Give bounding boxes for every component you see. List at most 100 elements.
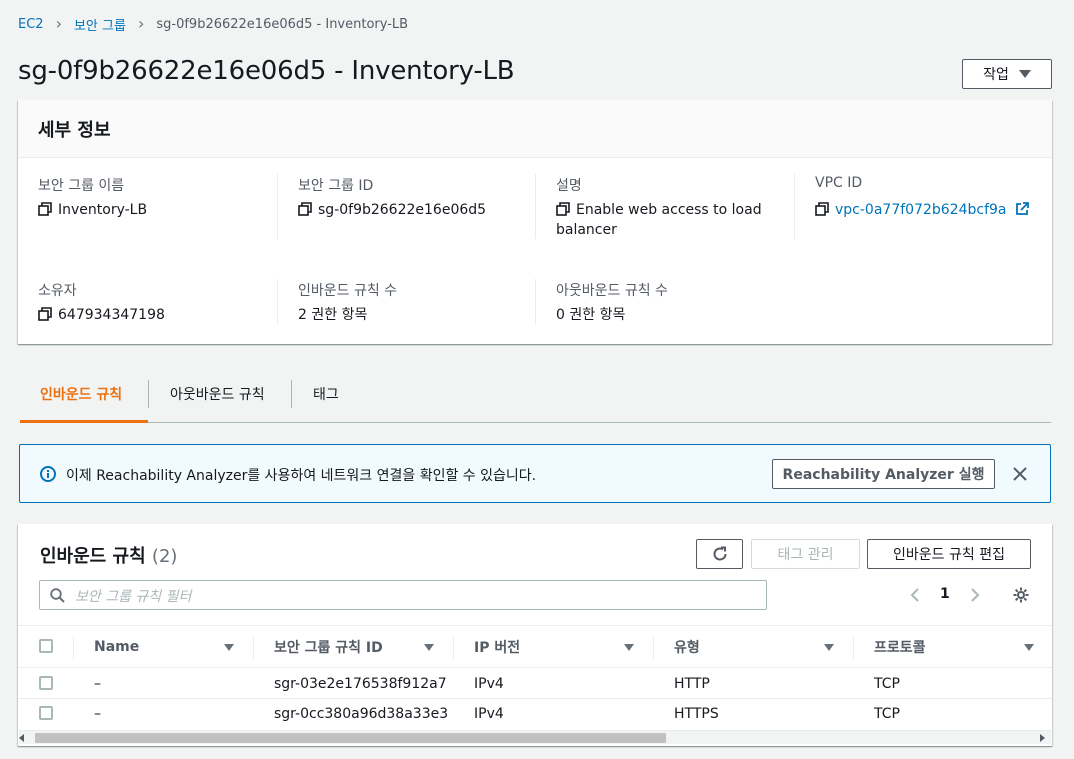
sort-icon[interactable] [424, 644, 434, 651]
rules-filter-input[interactable]: 보안 그룹 규칙 필터 [39, 580, 767, 610]
tab-divider [148, 380, 149, 408]
refresh-button[interactable] [696, 539, 743, 569]
edit-inbound-rules-button[interactable]: 인바운드 규칙 편집 [867, 539, 1031, 569]
cell-type: HTTPS [674, 706, 719, 722]
sort-icon[interactable] [1024, 644, 1034, 651]
tab-inbound-rules[interactable]: 인바운드 규칙 [40, 380, 122, 408]
copy-icon[interactable] [298, 202, 312, 216]
actions-button-label: 작업 [983, 67, 1009, 83]
column-divider [853, 637, 854, 659]
details-title: 세부 정보 [38, 120, 111, 141]
page-title: sg-0f9b26622e16e06d5 - Inventory-LB [18, 56, 515, 86]
cell-protocol: TCP [874, 676, 900, 692]
close-icon[interactable] [1013, 467, 1027, 481]
copy-icon[interactable] [38, 202, 52, 216]
details-header: 세부 정보 [18, 100, 1052, 158]
tabs-baseline [20, 422, 1051, 423]
rules-title: 인바운드 규칙 (2) [40, 542, 177, 568]
scrollbar-thumb[interactable] [35, 733, 666, 743]
inbound-count-label: 인바운드 규칙 수 [298, 283, 398, 299]
external-link-icon[interactable] [1015, 202, 1029, 216]
sort-icon[interactable] [824, 644, 834, 651]
run-reachability-analyzer-button[interactable]: Reachability Analyzer 실행 [772, 459, 995, 489]
refresh-icon [713, 546, 726, 561]
vpc-id-label: VPC ID [815, 175, 863, 191]
column-header-name[interactable]: Name [94, 639, 139, 655]
description-text-line1: Enable web access to load [576, 202, 762, 218]
divider [535, 279, 536, 324]
divider [277, 174, 278, 239]
copy-icon[interactable] [815, 202, 829, 216]
sg-id-text: sg-0f9b26622e16e06d5 [318, 202, 487, 218]
breadcrumb-ec2-link[interactable]: EC2 [18, 17, 44, 32]
actions-dropdown-button[interactable]: 작업 [962, 59, 1052, 89]
outbound-count-value: 0 권한 항목 [556, 307, 626, 323]
owner-value: 647934347198 [38, 305, 165, 325]
manage-tags-button[interactable]: 태그 관리 [751, 539, 860, 569]
scroll-left-arrow-icon[interactable] [19, 734, 24, 742]
sort-icon[interactable] [224, 644, 234, 651]
breadcrumb-security-groups-link[interactable]: 보안 그룹 [74, 15, 126, 34]
row-border [18, 698, 1052, 699]
select-all-checkbox[interactable] [39, 639, 53, 653]
cell-ip-version: IPv4 [474, 676, 504, 692]
table-header-border [18, 667, 1052, 668]
chevron-right-icon: › [55, 14, 62, 33]
tab-tags[interactable]: 태그 [313, 380, 339, 408]
copy-icon[interactable] [38, 307, 52, 321]
inbound-count-value: 2 권한 항목 [298, 307, 368, 323]
breadcrumb: EC2 › 보안 그룹 › sg-0f9b26622e16e06d5 - Inv… [18, 14, 408, 34]
sg-name-value: Inventory-LB [38, 200, 147, 220]
active-tab-indicator [20, 420, 148, 423]
caret-down-icon [1018, 70, 1031, 78]
outbound-count-label: 아웃바운드 규칙 수 [556, 283, 668, 299]
rules-title-text: 인바운드 규칙 [40, 546, 146, 567]
info-banner: 이제 Reachability Analyzer를 사용하여 네트워크 연결을 … [19, 444, 1051, 503]
settings-gear-icon[interactable] [1012, 586, 1030, 604]
details-panel: 세부 정보 보안 그룹 이름 Inventory-LB 보안 그룹 ID sg-… [18, 100, 1052, 344]
divider [277, 279, 278, 324]
cell-protocol: TCP [874, 706, 900, 722]
column-divider [253, 637, 254, 659]
column-header-ip-version[interactable]: IP 버전 [474, 637, 520, 657]
search-icon [50, 588, 65, 603]
table-top-border [18, 625, 1052, 626]
sg-id-label: 보안 그룹 ID [298, 178, 374, 194]
breadcrumb-current: sg-0f9b26622e16e06d5 - Inventory-LB [156, 16, 409, 32]
chevron-left-icon[interactable] [910, 587, 920, 603]
row-checkbox[interactable] [39, 706, 53, 720]
description-text-line2: balancer [556, 222, 617, 238]
description-value: Enable web access to load balancer [556, 200, 786, 240]
vpc-id-value: vpc-0a77f072b624bcf9a [815, 200, 1029, 220]
divider [535, 174, 536, 239]
sg-name-text: Inventory-LB [58, 202, 148, 218]
sort-icon[interactable] [624, 644, 634, 651]
copy-icon[interactable] [556, 202, 570, 216]
chevron-right-icon[interactable] [970, 587, 980, 603]
column-divider [653, 637, 654, 659]
info-icon [40, 466, 56, 482]
page-number[interactable]: 1 [940, 586, 950, 602]
owner-text: 647934347198 [58, 307, 165, 323]
column-header-type[interactable]: 유형 [674, 637, 700, 657]
chevron-right-icon: › [137, 14, 145, 33]
description-label: 설명 [556, 178, 582, 194]
cell-type: HTTP [674, 676, 710, 692]
tab-outbound-rules[interactable]: 아웃바운드 규칙 [170, 380, 265, 408]
banner-text: 이제 Reachability Analyzer를 사용하여 네트워크 연결을 … [66, 468, 537, 484]
divider [794, 174, 795, 239]
row-checkbox[interactable] [39, 676, 53, 690]
horizontal-scrollbar[interactable] [19, 730, 1051, 744]
column-header-protocol[interactable]: 프로토콜 [874, 637, 926, 657]
vpc-id-link[interactable]: vpc-0a77f072b624bcf9a [835, 202, 1006, 218]
scroll-right-arrow-icon[interactable] [1040, 734, 1045, 742]
sg-id-value: sg-0f9b26622e16e06d5 [298, 200, 486, 220]
tab-divider [291, 380, 292, 408]
column-divider [453, 637, 454, 659]
cell-rule-id: sgr-03e2e176538f912a7 [274, 676, 447, 692]
owner-label: 소유자 [38, 283, 77, 299]
column-header-rule-id[interactable]: 보안 그룹 규칙 ID [274, 637, 383, 657]
filter-placeholder: 보안 그룹 규칙 필터 [75, 589, 192, 605]
rules-count: (2) [151, 546, 178, 567]
cell-rule-id: sgr-0cc380a96d38a33e3 [274, 706, 449, 722]
